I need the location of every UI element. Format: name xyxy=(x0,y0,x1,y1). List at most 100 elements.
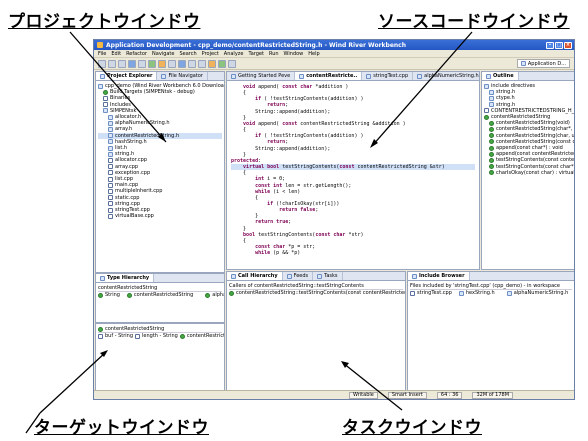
keyword: virtual xyxy=(243,164,265,171)
code-line: virtual bool testStringContents(const co… xyxy=(231,164,475,171)
tab-label: File Navigator xyxy=(168,73,203,79)
include-item[interactable]: contentRestrictedString.h xyxy=(570,290,574,296)
tab-label: Call Hierarchy xyxy=(238,273,278,279)
tree-node-icon xyxy=(179,333,185,339)
tab[interactable]: Feeds xyxy=(283,272,314,280)
menu-item[interactable]: Help xyxy=(308,51,319,57)
tab[interactable]: alphaNumericString.h xyxy=(413,72,479,80)
call-hierarchy-header: Callers of contentRestrictedString::test… xyxy=(229,283,403,291)
tab[interactable]: Getting Started Peve xyxy=(227,72,296,80)
tree-node-icon xyxy=(489,96,494,101)
menu-item[interactable]: File xyxy=(98,51,106,57)
project-tree-item[interactable]: virtualBase.cpp xyxy=(98,213,222,219)
tree-node-icon xyxy=(489,89,494,95)
close-button[interactable]: × xyxy=(564,41,572,49)
menu-item[interactable]: Analyze xyxy=(224,51,244,57)
target-member-item[interactable]: buf - String xyxy=(98,333,133,339)
title-bar: Application Development - cpp_demo/conte… xyxy=(94,40,574,50)
keyword: return xyxy=(255,219,274,226)
keyword: bool xyxy=(243,231,256,238)
keyword: const xyxy=(255,182,271,189)
keyword: return xyxy=(267,139,286,146)
tree-node-icon xyxy=(98,333,103,339)
menu-item[interactable]: Window xyxy=(284,51,304,57)
keyword: int xyxy=(255,176,265,183)
tree-node-icon xyxy=(108,145,113,151)
keyword: int xyxy=(273,182,283,189)
tab-label: Feeds xyxy=(293,273,309,279)
include-item[interactable]: hexString.h xyxy=(454,290,495,296)
save-icon[interactable] xyxy=(108,59,116,68)
tree-node-icon xyxy=(205,292,211,298)
include-item[interactable]: stringTest.cpp xyxy=(410,290,452,296)
keyword: void xyxy=(243,120,256,127)
keyword: char xyxy=(273,244,286,251)
tree-node-icon xyxy=(108,133,113,139)
project-explorer-pane: Project Explorer File Navigator cpp_demo … xyxy=(95,71,225,273)
tab-icon xyxy=(299,73,305,79)
outline-pane: Outline include directives string.h ctype.… xyxy=(481,71,575,270)
tree-node-label: length - String xyxy=(142,333,178,340)
tab[interactable]: Tasks xyxy=(313,272,343,280)
keyword: const xyxy=(339,164,355,171)
tab[interactable]: Call Hierarchy xyxy=(227,272,283,280)
outline-item[interactable]: charIsOkay(const char) : virtual b xyxy=(484,169,575,176)
minimize-button[interactable]: – xyxy=(546,41,554,49)
connect-icon[interactable] xyxy=(218,59,226,68)
type-hierarchy-item[interactable]: contentRestrictedString xyxy=(122,292,193,298)
tab-label: Outline xyxy=(493,73,514,79)
menu-item[interactable]: Refactor xyxy=(126,51,147,57)
tab[interactable]: Type Hierarchy xyxy=(96,274,155,282)
type-hierarchy-item[interactable]: alphaNumericString xyxy=(195,292,224,298)
call-hierarchy-item[interactable]: contentRestrictedString::testStringConte… xyxy=(229,290,405,296)
tab[interactable]: File Navigator xyxy=(157,72,208,80)
keyword: true xyxy=(276,219,289,226)
tab-icon xyxy=(286,273,292,279)
tab[interactable]: Include Browser xyxy=(408,272,470,280)
target-member-item[interactable]: length - String xyxy=(135,333,178,339)
menu-item[interactable]: Run xyxy=(269,51,279,57)
keyword: const xyxy=(282,84,298,90)
perspective-switcher[interactable]: Application D... xyxy=(516,59,570,68)
menu-item[interactable]: Edit xyxy=(111,51,121,57)
keyword: bool xyxy=(267,164,280,171)
tab[interactable]: stringTest.cpp xyxy=(362,72,414,80)
target-pane: contentRestrictedString buf - String leng… xyxy=(95,323,225,391)
perspective-icon xyxy=(520,61,526,66)
tree-node-icon xyxy=(484,108,489,114)
type-hierarchy-item[interactable]: String xyxy=(98,292,120,298)
callout-target-window: ターゲットウインドウ xyxy=(34,418,209,438)
menu-item[interactable]: Search xyxy=(179,51,196,57)
search-icon[interactable] xyxy=(168,59,176,68)
debug-icon[interactable] xyxy=(158,59,166,68)
refresh-icon[interactable] xyxy=(228,59,236,68)
include-item[interactable]: alphaNumericString.h xyxy=(497,290,568,296)
memory-indicator[interactable]: 32M of 178M xyxy=(472,391,514,399)
tree-node-icon xyxy=(108,164,113,170)
outline-tabs: Outline xyxy=(482,72,574,81)
run-icon[interactable] xyxy=(148,59,156,68)
tree-node-icon xyxy=(489,127,494,133)
tree-node-icon xyxy=(135,333,141,339)
tab-icon xyxy=(366,73,372,79)
window-title: Application Development - cpp_demo/conte… xyxy=(106,41,406,49)
menu-item[interactable]: Target xyxy=(248,51,263,57)
menu-item[interactable]: Navigate xyxy=(152,51,174,57)
target-icon[interactable] xyxy=(178,59,186,68)
menu-item[interactable]: Project xyxy=(202,51,219,57)
back-icon[interactable] xyxy=(188,59,196,68)
forward-icon[interactable] xyxy=(198,59,206,68)
code-area[interactable]: void append( const char *addition ) { if… xyxy=(227,81,479,259)
tab[interactable]: Project Explorer xyxy=(96,72,158,80)
tab[interactable]: contentRestricte.. xyxy=(295,72,363,80)
print-icon[interactable] xyxy=(118,59,126,68)
tree-node-label: charIsOkay(const char) : virtual b xyxy=(496,169,575,176)
tools-icon[interactable] xyxy=(208,59,216,68)
tab[interactable]: Outline xyxy=(482,72,519,80)
new-icon[interactable] xyxy=(98,59,106,68)
maximize-button[interactable]: □ xyxy=(555,41,563,49)
tree-node-icon xyxy=(108,176,113,182)
target-member-item[interactable]: contentRestrictedString() - contentRestr… xyxy=(179,333,224,339)
build-icon[interactable] xyxy=(128,59,136,68)
rebuild-icon[interactable] xyxy=(138,59,146,68)
